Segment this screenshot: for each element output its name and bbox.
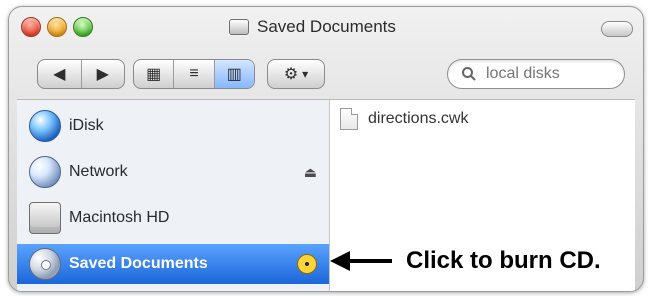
action-menu-button[interactable]: ⚙ ▾ [267, 59, 325, 89]
forward-button[interactable]: ▶ [82, 60, 125, 88]
toolbar-toggle-button[interactable] [601, 21, 633, 37]
sidebar-item-label: Network [69, 163, 128, 180]
burn-icon[interactable] [297, 254, 317, 274]
left-arrow-icon [330, 248, 392, 274]
arrow-head [330, 251, 350, 271]
icon-view-icon: ▦ [146, 66, 162, 83]
sidebar-item-label: Saved Documents [69, 255, 208, 272]
cd-icon [29, 248, 61, 280]
eject-icon[interactable]: ⏏ [304, 164, 317, 181]
window-title-text: Saved Documents [257, 17, 396, 36]
search-icon [460, 65, 478, 83]
forward-arrow-icon: ▶ [96, 66, 109, 83]
action-menu-cell: ⚙ ▾ [268, 60, 324, 88]
back-forward-buttons: ◀ ▶ [37, 59, 125, 89]
search-field[interactable] [447, 59, 625, 89]
file-item[interactable]: directions.cwk [340, 108, 468, 130]
network-icon [29, 156, 61, 188]
icon-view-button[interactable]: ▦ [134, 60, 175, 88]
sidebar-item-label: Macintosh HD [69, 209, 170, 226]
back-button[interactable]: ◀ [38, 60, 82, 88]
chevron-down-icon: ▾ [302, 67, 309, 81]
disk-icon [229, 19, 249, 35]
search-input[interactable] [484, 64, 618, 84]
back-arrow-icon: ◀ [53, 66, 66, 83]
file-name: directions.cwk [368, 110, 469, 127]
gear-icon: ⚙ [283, 66, 299, 83]
column-view-icon: ▥ [226, 66, 242, 83]
document-icon [340, 108, 358, 130]
list-view-icon: ≡ [189, 65, 199, 82]
close-button[interactable] [21, 17, 41, 37]
list-view-button[interactable]: ≡ [174, 60, 215, 88]
view-mode-buttons: ▦ ≡ ▥ [133, 59, 255, 89]
sidebar-item-macintosh-hd[interactable]: Macintosh HD [17, 198, 329, 238]
hard-disk-icon [29, 202, 61, 234]
idisk-icon [29, 110, 61, 142]
arrow-shaft [348, 259, 392, 263]
column-view-button[interactable]: ▥ [214, 60, 254, 88]
toolbar: ◀ ▶ ▦ ≡ ▥ ⚙ ▾ [9, 49, 643, 99]
search-magnifier-icon [462, 67, 476, 81]
sidebar-item-network[interactable]: Network ⏏ [17, 152, 329, 192]
annotation-callout: Click to burn CD. [330, 246, 601, 276]
sidebar: iDisk Network ⏏ Macintosh HD Saved Docum… [17, 100, 330, 291]
sidebar-item-saved-documents[interactable]: Saved Documents [17, 244, 329, 284]
sidebar-item-label: iDisk [69, 117, 104, 134]
zoom-button[interactable] [73, 17, 93, 37]
sidebar-item-idisk[interactable]: iDisk [17, 106, 329, 146]
callout-text: Click to burn CD. [406, 247, 601, 274]
minimize-button[interactable] [47, 17, 67, 37]
title-bar: Saved Documents [9, 7, 643, 47]
window-title: Saved Documents [229, 17, 396, 37]
